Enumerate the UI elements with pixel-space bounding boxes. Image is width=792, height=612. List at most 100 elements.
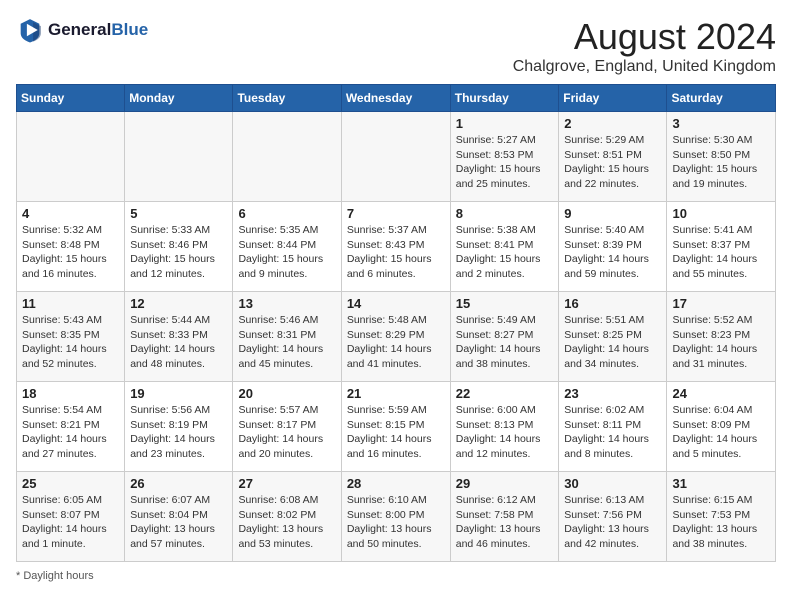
day-info: Sunrise: 6:04 AMSunset: 8:09 PMDaylight:… bbox=[672, 403, 770, 462]
day-number: 6 bbox=[238, 206, 335, 221]
day-info: Sunrise: 5:44 AMSunset: 8:33 PMDaylight:… bbox=[130, 313, 227, 372]
logo-icon bbox=[16, 16, 44, 44]
day-info: Sunrise: 6:07 AMSunset: 8:04 PMDaylight:… bbox=[130, 493, 227, 552]
calendar-cell: 24Sunrise: 6:04 AMSunset: 8:09 PMDayligh… bbox=[667, 382, 776, 472]
day-info: Sunrise: 5:49 AMSunset: 8:27 PMDaylight:… bbox=[456, 313, 554, 372]
calendar-cell: 20 Sunrise: 5:57 AMSunset: 8:17 PMDayligh… bbox=[233, 382, 341, 472]
day-number: 4 bbox=[22, 206, 119, 221]
day-number: 3 bbox=[672, 116, 770, 131]
logo-text: GeneralBlue bbox=[48, 20, 148, 40]
day-info: Sunrise: 6:12 AMSunset: 7:58 PMDaylight:… bbox=[456, 493, 554, 552]
calendar-cell: 17 Sunrise: 5:52 AMSunset: 8:23 PMDayligh… bbox=[667, 292, 776, 382]
calendar-cell: 25 Sunrise: 6:05 AMSunset: 8:07 PMDayligh… bbox=[17, 472, 125, 562]
calendar-week-row: 18 Sunrise: 5:54 AMSunset: 8:21 PMDayligh… bbox=[17, 382, 776, 472]
calendar-cell: 18 Sunrise: 5:54 AMSunset: 8:21 PMDayligh… bbox=[17, 382, 125, 472]
day-number: 20 bbox=[238, 386, 335, 401]
day-info: Sunrise: 5:57 AMSunset: 8:17 PMDaylight:… bbox=[238, 403, 335, 462]
page-header: GeneralBlue August 2024 Chalgrove, Engla… bbox=[16, 16, 776, 76]
calendar-cell: 27 Sunrise: 6:08 AMSunset: 8:02 PMDayligh… bbox=[233, 472, 341, 562]
calendar-cell: 10Sunrise: 5:41 AMSunset: 8:37 PMDayligh… bbox=[667, 202, 776, 292]
calendar-dow-friday: Friday bbox=[559, 85, 667, 112]
day-info: Sunrise: 5:52 AMSunset: 8:23 PMDaylight:… bbox=[672, 313, 770, 372]
day-info: Sunrise: 5:38 AMSunset: 8:41 PMDaylight:… bbox=[456, 223, 554, 282]
calendar-dow-tuesday: Tuesday bbox=[233, 85, 341, 112]
calendar-header-row: SundayMondayTuesdayWednesdayThursdayFrid… bbox=[17, 85, 776, 112]
calendar-cell: 30 Sunrise: 6:13 AMSunset: 7:56 PMDayligh… bbox=[559, 472, 667, 562]
calendar-cell: 13 Sunrise: 5:46 AMSunset: 8:31 PMDayligh… bbox=[233, 292, 341, 382]
calendar-cell: 31Sunrise: 6:15 AMSunset: 7:53 PMDayligh… bbox=[667, 472, 776, 562]
calendar-cell: 2 Sunrise: 5:29 AMSunset: 8:51 PMDaylight… bbox=[559, 112, 667, 202]
day-number: 2 bbox=[564, 116, 661, 131]
location-subtitle: Chalgrove, England, United Kingdom bbox=[513, 58, 776, 76]
calendar-cell: 19 Sunrise: 5:56 AMSunset: 8:19 PMDayligh… bbox=[125, 382, 233, 472]
calendar-cell: 23 Sunrise: 6:02 AMSunset: 8:11 PMDayligh… bbox=[559, 382, 667, 472]
day-number: 13 bbox=[238, 296, 335, 311]
calendar-week-row: 25 Sunrise: 6:05 AMSunset: 8:07 PMDayligh… bbox=[17, 472, 776, 562]
day-number: 23 bbox=[564, 386, 661, 401]
day-number: 28 bbox=[347, 476, 445, 491]
day-number: 22 bbox=[456, 386, 554, 401]
day-number: 9 bbox=[564, 206, 661, 221]
day-info: Sunrise: 5:40 AMSunset: 8:39 PMDaylight:… bbox=[564, 223, 661, 282]
day-number: 29 bbox=[456, 476, 554, 491]
day-info: Sunrise: 5:30 AMSunset: 8:50 PMDaylight:… bbox=[672, 133, 770, 192]
day-info: Sunrise: 5:43 AMSunset: 8:35 PMDaylight:… bbox=[22, 313, 119, 372]
title-block: August 2024 Chalgrove, England, United K… bbox=[513, 16, 776, 76]
calendar-cell: 5Sunrise: 5:33 AMSunset: 8:46 PMDaylight… bbox=[125, 202, 233, 292]
day-number: 8 bbox=[456, 206, 554, 221]
calendar-cell: 21Sunrise: 5:59 AMSunset: 8:15 PMDayligh… bbox=[341, 382, 450, 472]
day-info: Sunrise: 5:54 AMSunset: 8:21 PMDaylight:… bbox=[22, 403, 119, 462]
calendar-cell: 8 Sunrise: 5:38 AMSunset: 8:41 PMDaylight… bbox=[450, 202, 559, 292]
day-info: Sunrise: 5:29 AMSunset: 8:51 PMDaylight:… bbox=[564, 133, 661, 192]
day-info: Sunrise: 6:02 AMSunset: 8:11 PMDaylight:… bbox=[564, 403, 661, 462]
calendar-week-row: 1Sunrise: 5:27 AMSunset: 8:53 PMDaylight… bbox=[17, 112, 776, 202]
day-info: Sunrise: 5:56 AMSunset: 8:19 PMDaylight:… bbox=[130, 403, 227, 462]
calendar-week-row: 4 Sunrise: 5:32 AMSunset: 8:48 PMDaylight… bbox=[17, 202, 776, 292]
day-info: Sunrise: 5:32 AMSunset: 8:48 PMDaylight:… bbox=[22, 223, 119, 282]
day-info: Sunrise: 5:27 AMSunset: 8:53 PMDaylight:… bbox=[456, 133, 554, 192]
calendar-cell: 1Sunrise: 5:27 AMSunset: 8:53 PMDaylight… bbox=[450, 112, 559, 202]
day-info: Sunrise: 6:13 AMSunset: 7:56 PMDaylight:… bbox=[564, 493, 661, 552]
day-number: 27 bbox=[238, 476, 335, 491]
daylight-note: Daylight hours bbox=[23, 570, 93, 582]
calendar-cell: 7Sunrise: 5:37 AMSunset: 8:43 PMDaylight… bbox=[341, 202, 450, 292]
footer-note: * Daylight hours bbox=[16, 570, 776, 582]
calendar-cell: 4 Sunrise: 5:32 AMSunset: 8:48 PMDaylight… bbox=[17, 202, 125, 292]
day-info: Sunrise: 5:46 AMSunset: 8:31 PMDaylight:… bbox=[238, 313, 335, 372]
day-info: Sunrise: 5:51 AMSunset: 8:25 PMDaylight:… bbox=[564, 313, 661, 372]
day-info: Sunrise: 5:41 AMSunset: 8:37 PMDaylight:… bbox=[672, 223, 770, 282]
day-number: 19 bbox=[130, 386, 227, 401]
day-info: Sunrise: 6:15 AMSunset: 7:53 PMDaylight:… bbox=[672, 493, 770, 552]
day-info: Sunrise: 6:05 AMSunset: 8:07 PMDaylight:… bbox=[22, 493, 119, 552]
day-info: Sunrise: 6:00 AMSunset: 8:13 PMDaylight:… bbox=[456, 403, 554, 462]
calendar-cell: 22 Sunrise: 6:00 AMSunset: 8:13 PMDayligh… bbox=[450, 382, 559, 472]
day-number: 11 bbox=[22, 296, 119, 311]
calendar-cell: 26 Sunrise: 6:07 AMSunset: 8:04 PMDayligh… bbox=[125, 472, 233, 562]
day-number: 12 bbox=[130, 296, 227, 311]
calendar-dow-saturday: Saturday bbox=[667, 85, 776, 112]
day-info: Sunrise: 5:35 AMSunset: 8:44 PMDaylight:… bbox=[238, 223, 335, 282]
month-year-title: August 2024 bbox=[513, 16, 776, 58]
day-number: 17 bbox=[672, 296, 770, 311]
calendar-cell: 15Sunrise: 5:49 AMSunset: 8:27 PMDayligh… bbox=[450, 292, 559, 382]
day-number: 26 bbox=[130, 476, 227, 491]
calendar-table: SundayMondayTuesdayWednesdayThursdayFrid… bbox=[16, 84, 776, 562]
day-number: 30 bbox=[564, 476, 661, 491]
calendar-cell: 6 Sunrise: 5:35 AMSunset: 8:44 PMDaylight… bbox=[233, 202, 341, 292]
calendar-cell: 14Sunrise: 5:48 AMSunset: 8:29 PMDayligh… bbox=[341, 292, 450, 382]
calendar-cell bbox=[233, 112, 341, 202]
calendar-cell bbox=[17, 112, 125, 202]
calendar-cell: 3 Sunrise: 5:30 AMSunset: 8:50 PMDaylight… bbox=[667, 112, 776, 202]
day-number: 25 bbox=[22, 476, 119, 491]
calendar-cell: 9 Sunrise: 5:40 AMSunset: 8:39 PMDaylight… bbox=[559, 202, 667, 292]
calendar-dow-sunday: Sunday bbox=[17, 85, 125, 112]
calendar-cell: 16Sunrise: 5:51 AMSunset: 8:25 PMDayligh… bbox=[559, 292, 667, 382]
day-info: Sunrise: 5:59 AMSunset: 8:15 PMDaylight:… bbox=[347, 403, 445, 462]
day-info: Sunrise: 6:08 AMSunset: 8:02 PMDaylight:… bbox=[238, 493, 335, 552]
calendar-dow-thursday: Thursday bbox=[450, 85, 559, 112]
calendar-dow-wednesday: Wednesday bbox=[341, 85, 450, 112]
calendar-cell bbox=[341, 112, 450, 202]
calendar-dow-monday: Monday bbox=[125, 85, 233, 112]
calendar-cell: 29 Sunrise: 6:12 AMSunset: 7:58 PMDayligh… bbox=[450, 472, 559, 562]
day-number: 18 bbox=[22, 386, 119, 401]
